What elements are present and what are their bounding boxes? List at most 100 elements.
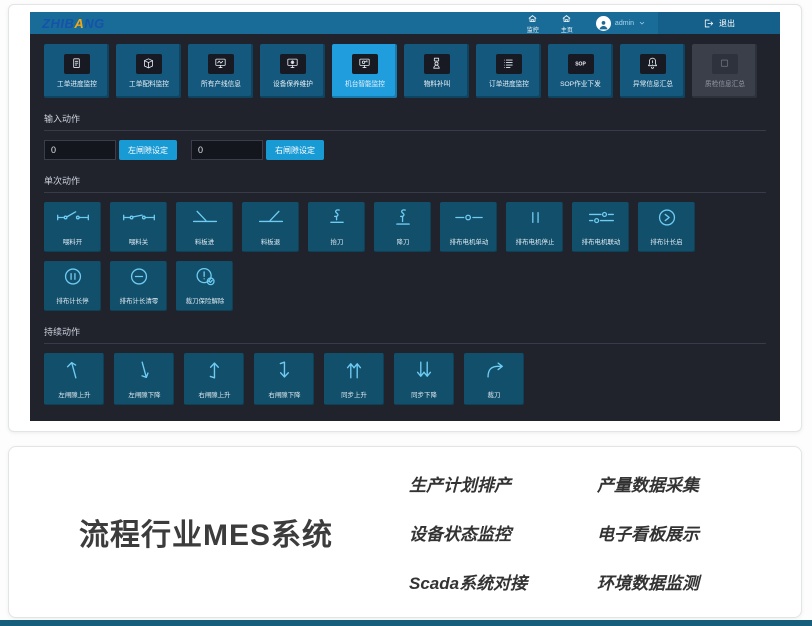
cut-icon	[483, 359, 505, 386]
action-knife-up[interactable]: 抬刀	[308, 202, 365, 252]
plate-forward-icon	[187, 207, 223, 228]
action-plate-forward[interactable]: 料板进	[176, 202, 233, 252]
feature-item: 产量数据采集	[597, 471, 727, 496]
action-motor-linked[interactable]: 排布电机联动	[572, 202, 629, 252]
logout-button[interactable]: 退出	[658, 12, 780, 34]
tile-label: 设备保养维护	[273, 79, 313, 89]
home-icon	[527, 13, 538, 24]
nav-label: 监控	[527, 25, 539, 34]
switch-closed-icon	[121, 207, 157, 228]
machine-monitor-icon	[357, 56, 372, 71]
action-right-gap-up[interactable]: 右闸隙上升	[184, 353, 244, 405]
action-counter-pause[interactable]: 排布计长停	[44, 261, 101, 311]
bottom-accent-strip	[0, 620, 812, 626]
motor-stop-icon	[517, 207, 553, 228]
promo-card: 流程行业MES系统 生产计划排产设备状态监控Scada系统对接 产量数据采集电子…	[8, 446, 802, 618]
safety-release-icon	[187, 266, 223, 287]
user-menu[interactable]: admin	[584, 12, 658, 34]
right-gap-up-icon	[203, 359, 225, 381]
tile-label: 机台智能监控	[345, 79, 385, 89]
logo-text: ZHIB	[42, 16, 74, 31]
tile-work-order-progress[interactable]: 工单进度监控	[44, 44, 109, 98]
tile-order-progress[interactable]: 订单进度监控	[476, 44, 541, 98]
action-label: 喂料关	[129, 237, 148, 246]
right-gap-down-icon	[273, 359, 295, 381]
tile-equipment-maintenance[interactable]: 设备保养维护	[260, 44, 325, 98]
feature-item: 设备状态监控	[409, 520, 539, 545]
action-counter-start[interactable]: 排布计长启	[638, 202, 695, 252]
action-feed-open[interactable]: 喂料开	[44, 202, 101, 252]
right-gap-down-icon	[273, 359, 295, 386]
knife-down-icon	[385, 207, 421, 228]
action-safety-release[interactable]: 裁刀保险解除	[176, 261, 233, 311]
action-label: 左闸隙上升	[58, 390, 90, 399]
motor-linked-icon	[583, 207, 619, 228]
section-title-input-actions: 输入动作	[44, 112, 766, 131]
tile-label: 质检信息汇总	[705, 79, 745, 89]
right-gap-setting-button[interactable]: 右闸隙设定	[266, 140, 324, 160]
action-plate-back[interactable]: 料板退	[242, 202, 299, 252]
right-gap-setting-input[interactable]	[191, 140, 263, 160]
action-sync-up[interactable]: 同步上升	[324, 353, 384, 405]
cut-icon	[483, 359, 505, 381]
action-label: 排布电机停止	[515, 237, 554, 246]
sop-dispatch-icon: SOP	[568, 54, 594, 74]
tile-alert-summary[interactable]: 异常信息汇总	[620, 44, 685, 98]
work-order-batching-icon	[141, 56, 156, 71]
feature-item: 生产计划排产	[409, 471, 539, 496]
action-label: 排布计长清零	[119, 296, 158, 305]
action-sync-down[interactable]: 同步下降	[394, 353, 454, 405]
action-knife-down[interactable]: 降刀	[374, 202, 431, 252]
tile-sop-dispatch[interactable]: SOPSOP作业下发	[548, 44, 613, 98]
tile-work-order-batching[interactable]: 工单配料监控	[116, 44, 181, 98]
sync-up-icon	[343, 359, 365, 386]
feature-list: 生产计划排产设备状态监控Scada系统对接 产量数据采集电子看板展示环境数据监测	[409, 471, 727, 594]
left-gap-setting-button[interactable]: 左闸隙设定	[119, 140, 177, 160]
sync-down-icon	[413, 359, 435, 386]
quality-summary-icon	[717, 56, 732, 71]
tile-label: 物料补叫	[423, 79, 450, 89]
left-gap-up-icon	[63, 359, 85, 386]
action-label: 抬刀	[330, 237, 343, 246]
action-label: 排布电机单动	[449, 237, 488, 246]
nav-item-monitor[interactable]: 监控	[516, 12, 550, 34]
action-right-gap-down[interactable]: 右闸隙下降	[254, 353, 314, 405]
action-label: 料板退	[261, 237, 280, 246]
motor-stop-icon	[517, 207, 553, 233]
action-feed-close[interactable]: 喂料关	[110, 202, 167, 252]
work-order-batching-icon	[136, 54, 162, 74]
motor-single-icon	[451, 207, 487, 228]
action-left-gap-down[interactable]: 左闸隙下降	[114, 353, 174, 405]
home-icon	[561, 13, 572, 24]
action-label: 排布计长停	[56, 296, 88, 305]
action-cut[interactable]: 裁刀	[464, 353, 524, 405]
left-gap-setting-input[interactable]	[44, 140, 116, 160]
order-progress-icon	[496, 54, 522, 74]
mes-app-window: ZHIBANG 监控 主页 admin	[30, 12, 780, 421]
module-tiles-row: 工单进度监控工单配料监控所有产线信息设备保养维护 机台智能监控 物料补叫 订单进度监控…	[44, 44, 766, 98]
action-left-gap-up[interactable]: 左闸隙上升	[44, 353, 104, 405]
counter-clear-icon	[121, 266, 157, 287]
safety-release-icon	[187, 266, 223, 292]
app-header: ZHIBANG 监控 主页 admin	[30, 12, 780, 34]
knife-up-icon	[319, 207, 355, 228]
quality-summary-icon	[712, 54, 738, 74]
tile-material-call[interactable]: 物料补叫	[404, 44, 469, 98]
action-motor-single[interactable]: 排布电机单动	[440, 202, 497, 252]
tile-production-lines[interactable]: 所有产线信息	[188, 44, 253, 98]
action-label: 右闸隙下降	[268, 390, 300, 399]
material-call-icon	[424, 54, 450, 74]
action-motor-stop[interactable]: 排布电机停止	[506, 202, 563, 252]
logout-label: 退出	[719, 18, 735, 29]
work-order-progress-icon	[69, 56, 84, 71]
tile-label: 订单进度监控	[489, 79, 529, 89]
nav-item-home[interactable]: 主页	[550, 12, 584, 34]
work-order-progress-icon	[64, 54, 90, 74]
action-label: 裁刀	[488, 390, 501, 399]
left-gap-down-icon	[133, 359, 155, 386]
action-label: 同步上升	[341, 390, 367, 399]
tile-machine-monitor[interactable]: 机台智能监控	[332, 44, 397, 98]
action-label: 料板进	[195, 237, 214, 246]
action-counter-clear[interactable]: 排布计长清零	[110, 261, 167, 311]
counter-start-icon	[649, 207, 685, 233]
